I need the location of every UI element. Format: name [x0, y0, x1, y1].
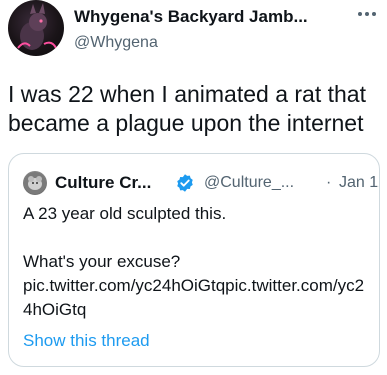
- avatar-illustration-icon: [17, 3, 57, 50]
- quoted-avatar-sculpture-icon: [24, 172, 46, 194]
- meta-separator: ·: [326, 174, 332, 191]
- quoted-author-display-name[interactable]: Culture Cr...: [55, 172, 151, 194]
- quoted-text-line: What's your excuse?: [23, 252, 181, 271]
- show-thread-link[interactable]: Show this thread: [23, 330, 150, 352]
- tweet-text: I was 22 when I animated a rat that beca…: [8, 81, 366, 136]
- quoted-tweet-text: A 23 year old sculpted this. What's your…: [23, 202, 371, 322]
- author-display-name[interactable]: Whygena's Backyard Jamb...: [74, 6, 344, 28]
- quoted-text-line: A 23 year old sculpted this.: [23, 204, 227, 223]
- verified-badge-icon: [177, 174, 193, 192]
- more-options-icon[interactable]: [355, 2, 379, 26]
- author-info: Whygena's Backyard Jamb... @Whygena: [74, 6, 344, 54]
- quoted-tweet-card[interactable]: Culture Cr... @Culture_... · Jan 12 A 23…: [8, 153, 380, 367]
- tweet-header: Whygena's Backyard Jamb... @Whygena: [8, 0, 379, 70]
- author-handle[interactable]: @Whygena: [74, 32, 344, 54]
- quoted-media-link[interactable]: pic.twitter.com/yc24hOiGtqpic.twitter.co…: [23, 274, 371, 322]
- quoted-tweet-header: Culture Cr... @Culture_... · Jan 12: [23, 171, 379, 195]
- quoted-author-handle[interactable]: @Culture_...: [204, 172, 294, 194]
- quoted-author-avatar[interactable]: [23, 171, 47, 195]
- author-avatar[interactable]: [8, 0, 64, 56]
- quoted-tweet-date[interactable]: Jan 12: [339, 172, 379, 194]
